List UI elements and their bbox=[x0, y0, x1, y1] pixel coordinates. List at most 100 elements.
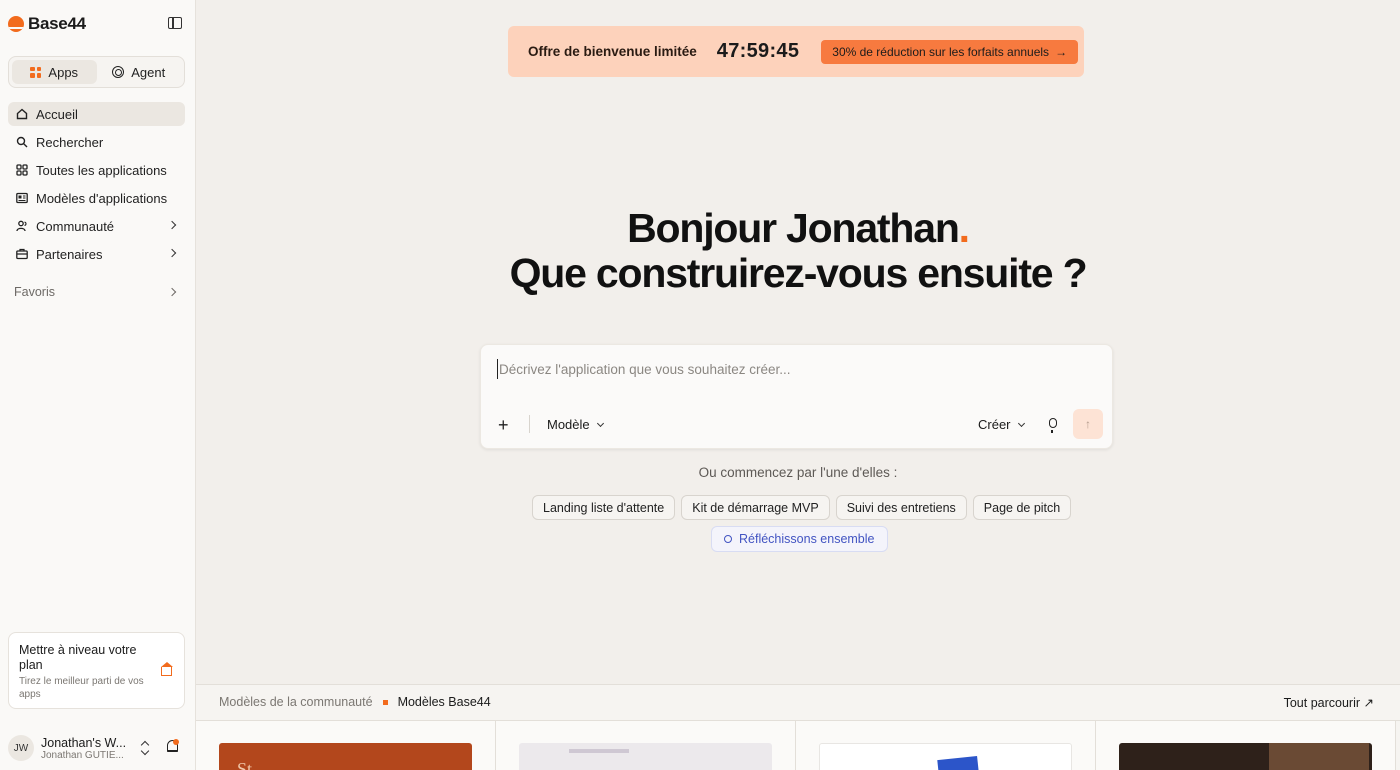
template-preview-image bbox=[519, 743, 772, 770]
home-icon bbox=[16, 108, 28, 120]
base44-logo-icon bbox=[8, 16, 24, 32]
tab-separator bbox=[382, 699, 388, 705]
preview-text: St bbox=[237, 759, 253, 770]
chevron-updown-icon[interactable] bbox=[141, 741, 149, 755]
preview-decoration bbox=[569, 749, 629, 753]
mode-apps-label: Apps bbox=[48, 64, 79, 80]
promo-cta-label: 30% de réduction sur les forfaits annuel… bbox=[832, 44, 1050, 59]
crown-icon bbox=[161, 662, 173, 676]
chevron-down-icon bbox=[1017, 419, 1025, 427]
templates-icon bbox=[16, 192, 28, 204]
chevron-right-icon bbox=[167, 220, 177, 230]
tab-community-templates[interactable]: Modèles de la communauté bbox=[219, 695, 373, 709]
browse-all-label: Tout parcourir bbox=[1283, 696, 1361, 710]
browse-all-link[interactable]: Tout parcourir ↗ bbox=[1284, 695, 1374, 710]
send-button[interactable]: ↑ bbox=[1073, 409, 1103, 439]
brainstorm-label: Réfléchissons ensemble bbox=[739, 532, 875, 546]
promo-cta-button[interactable]: 30% de réduction sur les forfaits annuel… bbox=[821, 39, 1079, 64]
preview-decoration bbox=[1269, 743, 1369, 770]
templates-tabs: Modèles de la communauté Modèles Base44 bbox=[219, 695, 491, 709]
mode-apps-button[interactable]: Apps bbox=[12, 60, 97, 84]
model-dropdown-label: Modèle bbox=[547, 417, 590, 432]
templates-section: Modèles de la communauté Modèles Base44 … bbox=[196, 684, 1400, 770]
sidebar-item-partenaires[interactable]: Partenaires bbox=[8, 242, 185, 266]
template-thumbnails: St bbox=[196, 720, 1400, 770]
sidebar-item-toutes-applications[interactable]: Toutes les applications bbox=[8, 158, 185, 182]
suggestion-chips: Landing liste d'attente Kit de démarrage… bbox=[532, 495, 1072, 520]
hero-question: Que construirez-vous ensuite ? bbox=[509, 250, 1088, 296]
prompt-input[interactable] bbox=[497, 359, 1077, 379]
template-preview-image: St bbox=[219, 743, 472, 770]
template-card[interactable] bbox=[796, 721, 1096, 770]
sidebar-item-label: Modèles d'applications bbox=[36, 190, 168, 206]
sidebar: Base44 Apps Agent Accueil Rechercher Tou… bbox=[0, 0, 196, 770]
notification-dot bbox=[173, 739, 179, 745]
promo-banner: Offre de bienvenue limitée 47:59:45 30% … bbox=[508, 26, 1084, 77]
briefcase-icon bbox=[16, 248, 28, 260]
arrow-up-icon: ↑ bbox=[1085, 417, 1091, 431]
template-preview-image bbox=[1119, 743, 1372, 770]
favorites-section[interactable]: Favoris bbox=[14, 285, 179, 299]
sidebar-item-communaute[interactable]: Communauté bbox=[8, 214, 185, 238]
sidebar-item-rechercher[interactable]: Rechercher bbox=[8, 130, 185, 154]
sidebar-item-label: Accueil bbox=[36, 106, 78, 122]
sidebar-nav: Accueil Rechercher Toutes les applicatio… bbox=[8, 102, 185, 270]
user-menu[interactable]: JW Jonathan's W... Jonathan GUTIE... bbox=[8, 733, 185, 763]
brand-name: Base44 bbox=[28, 14, 86, 33]
user-info: Jonathan's W... Jonathan GUTIE... bbox=[41, 736, 133, 761]
template-card[interactable] bbox=[1096, 721, 1396, 770]
hero-heading: Bonjour Jonathan. Que construirez-vous e… bbox=[196, 206, 1400, 296]
sidebar-item-label: Communauté bbox=[36, 218, 115, 234]
sidebar-item-label: Toutes les applications bbox=[36, 162, 167, 178]
upgrade-card[interactable]: Mettre à niveau votre plan Tirez le meil… bbox=[8, 632, 185, 709]
promo-countdown: 47:59:45 bbox=[716, 40, 800, 62]
create-dropdown[interactable]: Créer bbox=[978, 417, 1025, 432]
mode-switch: Apps Agent bbox=[8, 56, 185, 88]
brand-logo[interactable]: Base44 bbox=[8, 12, 188, 36]
sidebar-item-accueil[interactable]: Accueil bbox=[8, 102, 185, 126]
chevron-right-icon bbox=[167, 287, 177, 297]
suggestion-chip[interactable]: Page de pitch bbox=[972, 495, 1072, 520]
upgrade-subtitle: Tirez le meilleur parti de vos apps bbox=[19, 676, 144, 700]
tab-base44-templates[interactable]: Modèles Base44 bbox=[398, 695, 491, 709]
workspace-name: Jonathan's W... bbox=[41, 735, 127, 750]
brainstorm-button[interactable]: Réfléchissons ensemble bbox=[711, 526, 888, 552]
toolbar-divider bbox=[529, 415, 530, 433]
sidebar-item-label: Rechercher bbox=[36, 134, 104, 150]
promo-label: Offre de bienvenue limitée bbox=[528, 44, 697, 59]
apps-grid-icon bbox=[30, 66, 42, 78]
greeting-text: Bonjour Jonathan bbox=[627, 205, 960, 251]
suggestions-label: Ou commencez par l'une d'elles : bbox=[698, 465, 898, 480]
template-preview-image bbox=[819, 743, 1072, 770]
add-attachment-icon[interactable]: + bbox=[498, 416, 509, 434]
sidebar-item-modeles[interactable]: Modèles d'applications bbox=[8, 186, 185, 210]
hero-greeting: Bonjour Jonathan. bbox=[196, 206, 1400, 251]
template-card[interactable]: St bbox=[196, 721, 496, 770]
suggestion-chip[interactable]: Suivi des entretiens bbox=[835, 495, 967, 520]
upgrade-title: Mettre à niveau votre plan bbox=[19, 643, 137, 672]
accent-dot: . bbox=[958, 205, 970, 251]
preview-decoration bbox=[937, 755, 979, 770]
suggestion-chip[interactable]: Kit de démarrage MVP bbox=[681, 495, 830, 520]
chevron-right-icon bbox=[167, 248, 177, 258]
suggestion-chip[interactable]: Landing liste d'attente bbox=[532, 495, 676, 520]
user-name: Jonathan GUTIE... bbox=[41, 749, 124, 761]
model-dropdown[interactable]: Modèle bbox=[547, 417, 604, 432]
mode-agent-button[interactable]: Agent bbox=[97, 60, 182, 84]
favorites-label: Favoris bbox=[14, 285, 55, 299]
chevron-down-icon bbox=[596, 419, 604, 427]
grid-icon bbox=[16, 164, 28, 176]
community-icon bbox=[16, 220, 27, 232]
sidebar-item-label: Partenaires bbox=[36, 246, 103, 262]
sidebar-toggle-icon[interactable] bbox=[168, 17, 182, 29]
lightbulb-icon bbox=[724, 535, 732, 543]
microphone-icon[interactable] bbox=[1049, 418, 1057, 433]
prompt-box: + Modèle Créer ↑ bbox=[480, 344, 1113, 449]
search-icon bbox=[16, 136, 28, 148]
arrow-up-right-icon: ↗ bbox=[1363, 696, 1374, 710]
avatar: JW bbox=[8, 735, 34, 761]
arrow-right-icon: → bbox=[1055, 44, 1068, 59]
create-dropdown-label: Créer bbox=[978, 417, 1011, 432]
template-card[interactable] bbox=[496, 721, 796, 770]
mode-agent-label: Agent bbox=[131, 64, 166, 80]
